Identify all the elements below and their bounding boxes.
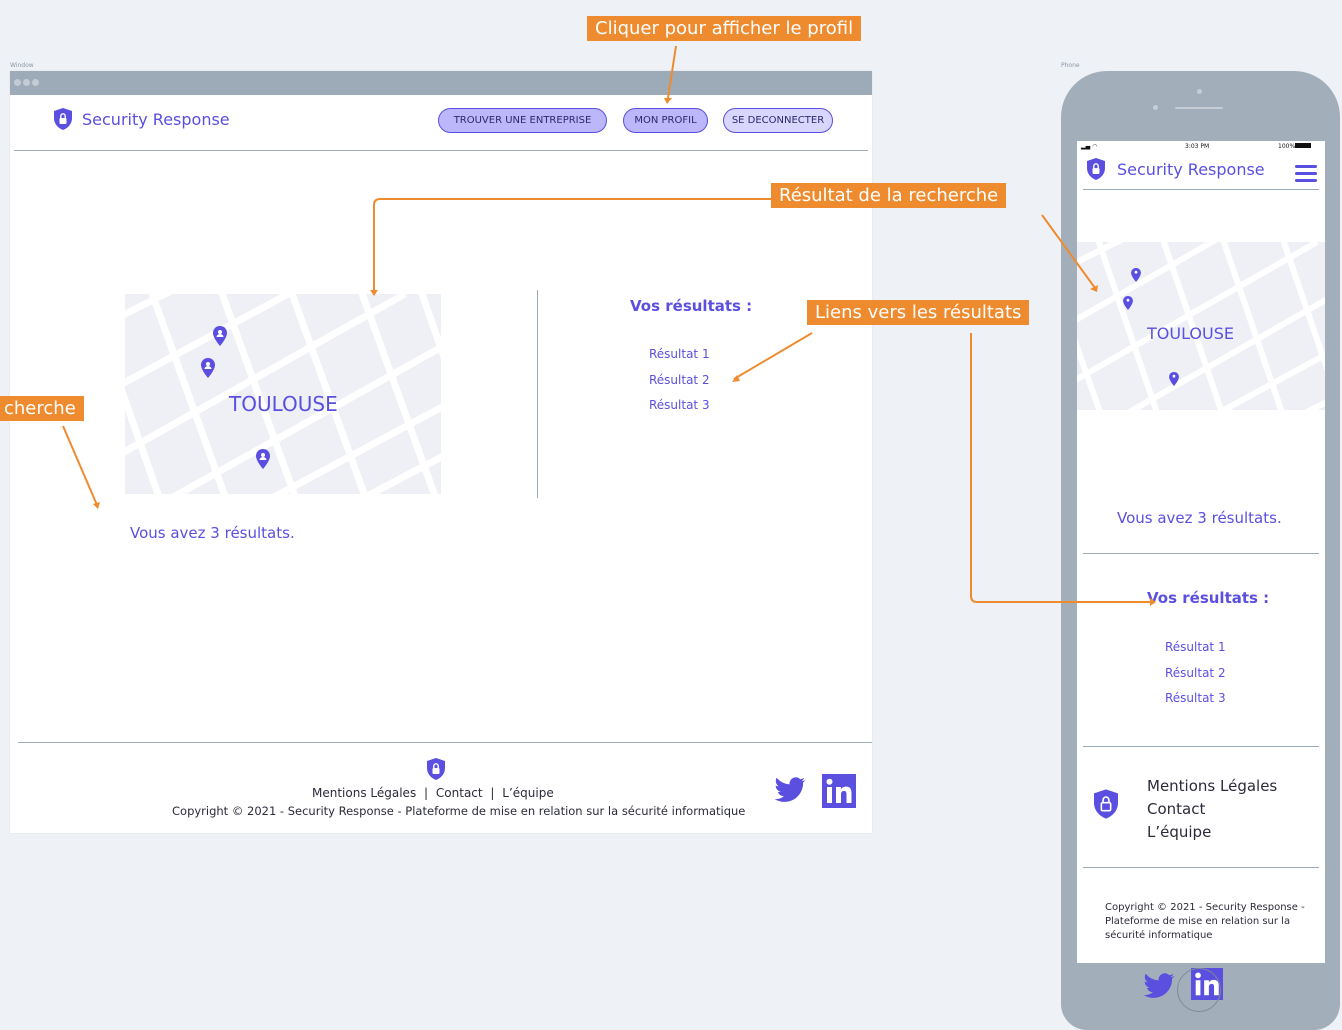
search-result-map[interactable]: TOULOUSE [125, 294, 441, 494]
footer-link-legal[interactable]: Mentions Légales [312, 786, 416, 800]
footer-separator: | [490, 786, 495, 800]
result-link-1[interactable]: Résultat 1 [649, 347, 710, 361]
map-pin-icon[interactable] [1131, 268, 1141, 282]
map-pin-icon[interactable] [1123, 296, 1133, 310]
footer-copyright: Copyright © 2021 - Security Response - P… [172, 804, 746, 818]
result-link-2[interactable]: Résultat 2 [649, 373, 710, 387]
find-company-button[interactable]: TROUVER UNE ENTREPRISE [438, 108, 607, 133]
signal-icon: ▂▄ ◠ [1081, 143, 1098, 150]
results-summary: Vous avez 3 résultats. [130, 524, 295, 542]
window-controls[interactable] [14, 79, 39, 86]
linkedin-icon[interactable] [822, 774, 856, 808]
battery-icon [1295, 143, 1311, 148]
mobile-footer-divider [1083, 746, 1319, 747]
footer-divider [18, 742, 872, 743]
annotation-result-links: Liens vers les résultats [807, 300, 1030, 325]
content-divider [537, 290, 538, 498]
window-titlebar [10, 71, 872, 95]
mobile-footer-link-legal[interactable]: Mentions Légales [1147, 777, 1277, 795]
shield-lock-icon [1094, 789, 1118, 819]
results-heading: Vos résultats : [630, 297, 753, 315]
desktop-window: Security Response TROUVER UNE ENTREPRISE… [10, 71, 872, 833]
map-city-label: TOULOUSE [229, 392, 338, 416]
footer-link-contact[interactable]: Contact [436, 786, 483, 800]
mobile-header-divider [1083, 189, 1319, 190]
footer-link-team[interactable]: L’équipe [502, 786, 553, 800]
annotation-search-result: Résultat de la recherche [771, 183, 1007, 208]
mobile-copyright-divider [1083, 867, 1319, 868]
mobile-map-city-label: TOULOUSE [1147, 324, 1234, 343]
phone-frame: ▂▄ ◠ 3:03 PM 100% Security Response TOUL… [1061, 71, 1340, 1030]
twitter-icon[interactable] [1143, 973, 1175, 999]
phone-home-button[interactable] [1177, 968, 1221, 1012]
map-pin-icon[interactable] [1169, 372, 1179, 386]
map-pin-icon[interactable] [201, 358, 215, 378]
phone-screen: ▂▄ ◠ 3:03 PM 100% Security Response TOUL… [1077, 141, 1325, 1000]
result-link-3[interactable]: Résultat 3 [649, 398, 710, 412]
footer-links: Mentions Légales | Contact | L’équipe [312, 786, 554, 800]
mobile-result-link-2[interactable]: Résultat 2 [1165, 666, 1226, 680]
phone-speaker [1175, 107, 1223, 109]
annotation-profile: Cliquer pour afficher le profil [587, 16, 862, 41]
mobile-footer-link-contact[interactable]: Contact [1147, 800, 1205, 818]
my-profile-button[interactable]: MON PROFIL [623, 108, 708, 133]
mobile-search-result-map[interactable]: TOULOUSE [1077, 242, 1325, 410]
phone-sensor [1153, 105, 1158, 110]
footer-separator: | [424, 786, 429, 800]
brand-name: Security Response [82, 109, 230, 129]
mobile-footer-link-team[interactable]: L’équipe [1147, 823, 1211, 841]
shield-lock-icon [1087, 158, 1105, 180]
shield-lock-icon [427, 758, 445, 780]
header-divider [14, 150, 868, 151]
mobile-results-divider [1083, 553, 1319, 554]
mobile-result-link-3[interactable]: Résultat 3 [1165, 691, 1226, 705]
brand-logo[interactable]: Security Response [52, 107, 230, 131]
window-frame-label: Window [10, 62, 34, 69]
logout-button[interactable]: SE DECONNECTER [723, 108, 833, 133]
mobile-footer-copyright: Copyright © 2021 - Security Response - P… [1105, 902, 1305, 941]
mobile-result-link-1[interactable]: Résultat 1 [1165, 640, 1226, 654]
map-pin-icon[interactable] [213, 326, 227, 346]
status-battery: 100% [1278, 143, 1296, 150]
mobile-brand-logo[interactable]: Security Response [1085, 157, 1265, 181]
map-pin-icon[interactable] [256, 449, 270, 469]
phone-frame-label: Phone [1061, 62, 1080, 69]
status-time: 3:03 PM [1185, 143, 1210, 150]
mobile-results-heading: Vos résultats : [1147, 589, 1270, 607]
mobile-brand-name: Security Response [1117, 159, 1265, 179]
mobile-results-summary: Vous avez 3 résultats. [1117, 509, 1282, 527]
annotation-search: cherche [0, 396, 84, 421]
phone-status-bar: ▂▄ ◠ 3:03 PM 100% [1077, 141, 1325, 153]
twitter-icon[interactable] [774, 777, 806, 803]
hamburger-menu-icon[interactable] [1295, 165, 1317, 186]
phone-camera [1197, 89, 1202, 94]
shield-lock-icon [54, 108, 72, 130]
